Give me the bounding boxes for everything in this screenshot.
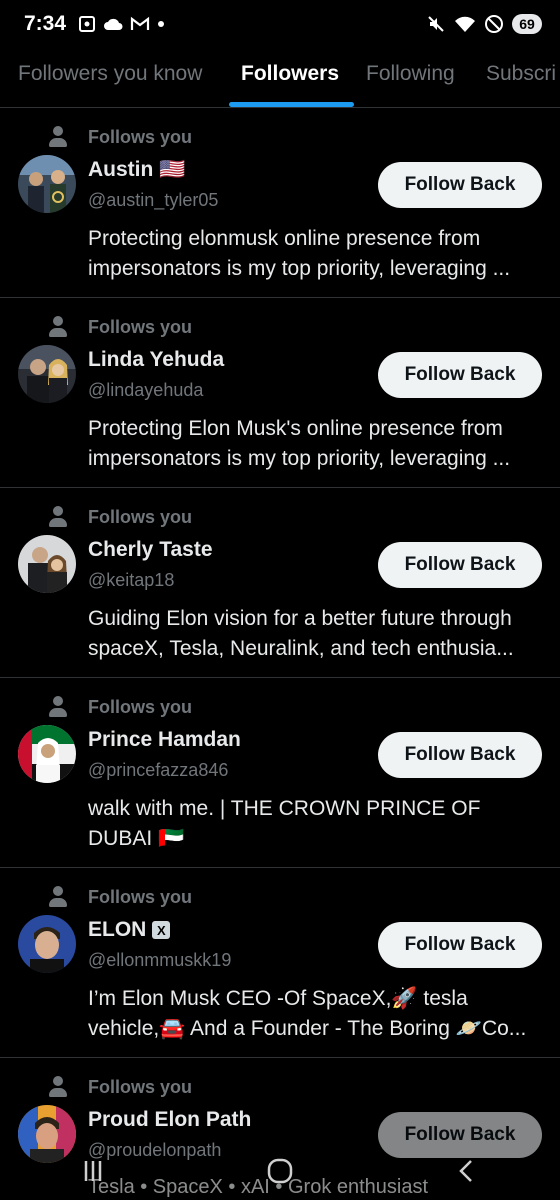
person-icon bbox=[48, 696, 68, 718]
avatar[interactable] bbox=[18, 915, 76, 973]
user-handle: @keitap18 bbox=[88, 570, 175, 590]
user-handle: @lindayehuda bbox=[88, 380, 204, 400]
followers-tab-bar: Followers you know Followers Following S… bbox=[0, 48, 560, 108]
wifi-icon bbox=[455, 16, 475, 32]
display-name[interactable]: ELON X bbox=[88, 918, 171, 942]
avatar[interactable] bbox=[18, 345, 76, 403]
recent-apps-icon[interactable] bbox=[79, 1157, 107, 1185]
follow-back-button[interactable]: Follow Back bbox=[378, 732, 542, 778]
display-name[interactable]: Linda Yehuda bbox=[88, 348, 224, 372]
follows-you-line: Follows you bbox=[48, 886, 192, 908]
tab-followers-you-know[interactable]: Followers you know bbox=[18, 62, 202, 86]
display-name[interactable]: Proud Elon Path bbox=[88, 1108, 251, 1132]
bio-line: I’m Elon Musk CEO -Of SpaceX,🚀 tesla bbox=[88, 987, 468, 1010]
tab-following[interactable]: Following bbox=[366, 62, 455, 86]
status-right-icons: 69 bbox=[426, 14, 542, 34]
avatar[interactable] bbox=[18, 535, 76, 593]
follows-you-label: Follows you bbox=[88, 316, 193, 337]
person-icon bbox=[48, 1076, 68, 1098]
follows-you-line: Follows you bbox=[48, 696, 192, 718]
follows-you-label: Follows you bbox=[88, 1076, 193, 1097]
user-handle: @princefazza846 bbox=[88, 760, 229, 780]
display-name-text: ELON bbox=[88, 918, 147, 941]
battery-indicator: 69 bbox=[512, 14, 542, 34]
follows-you-line: Follows you bbox=[48, 126, 192, 148]
status-notification-icons bbox=[78, 15, 165, 33]
follow-back-button[interactable]: Follow Back bbox=[378, 352, 542, 398]
follows-you-line: Follows you bbox=[48, 1076, 192, 1098]
avatar[interactable] bbox=[18, 725, 76, 783]
bio-line: impersonators is my top priority, levera… bbox=[88, 447, 511, 470]
follows-you-label: Follows you bbox=[88, 886, 193, 907]
user-bio: Protecting elonmusk online presence from… bbox=[88, 224, 546, 284]
home-icon[interactable] bbox=[266, 1157, 294, 1185]
follows-you-line: Follows you bbox=[48, 506, 192, 528]
list-item[interactable]: Follows you Austin 🇺🇸 @austin_tyler05 Pr… bbox=[0, 108, 560, 298]
do-not-disturb-icon bbox=[485, 15, 503, 33]
follows-you-label: Follows you bbox=[88, 126, 193, 147]
user-handle: @austin_tyler05 bbox=[88, 190, 219, 210]
person-icon bbox=[48, 506, 68, 528]
user-bio: Protecting Elon Musk's online presence f… bbox=[88, 414, 546, 474]
status-bar: 7:34 69 bbox=[0, 0, 560, 48]
user-bio: I’m Elon Musk CEO -Of SpaceX,🚀 tesla veh… bbox=[88, 984, 546, 1044]
list-item[interactable]: Follows you Linda Yehuda @lindayehuda Pr… bbox=[0, 298, 560, 488]
display-name[interactable]: Cherly Taste bbox=[88, 538, 213, 562]
follows-you-label: Follows you bbox=[88, 506, 193, 527]
followers-list: Follows you Austin 🇺🇸 @austin_tyler05 Pr… bbox=[0, 108, 560, 1200]
bio-line: vehicle,🚘 And a Founder - The Boring 🪐Co… bbox=[88, 1017, 527, 1040]
list-item[interactable]: Follows you ELON X @ellonmmuskk19 I’m El… bbox=[0, 868, 560, 1058]
dot-icon bbox=[158, 21, 165, 27]
bio-line: DUBAI 🇦🇪 bbox=[88, 827, 185, 850]
mute-icon bbox=[428, 16, 444, 32]
x-logo-icon: X bbox=[152, 921, 171, 939]
bio-line: impersonators is my top priority, levera… bbox=[88, 257, 511, 280]
user-bio: walk with me. | THE CROWN PRINCE OF DUBA… bbox=[88, 794, 546, 854]
bio-line: walk with me. | THE CROWN PRINCE OF bbox=[88, 797, 481, 820]
screenshot-icon bbox=[79, 16, 96, 32]
tab-subscriptions[interactable]: Subscri bbox=[486, 62, 556, 86]
cloud-icon bbox=[104, 18, 123, 30]
user-handle: @ellonmmuskk19 bbox=[88, 950, 232, 970]
gmail-icon bbox=[130, 16, 150, 30]
person-icon bbox=[48, 316, 68, 338]
display-name[interactable]: Prince Hamdan bbox=[88, 728, 241, 752]
system-navigation-bar bbox=[0, 1142, 560, 1200]
person-icon bbox=[48, 126, 68, 148]
bio-line: Guiding Elon vision for a better future … bbox=[88, 607, 512, 630]
bio-line: Protecting elonmusk online presence from bbox=[88, 227, 481, 250]
status-time: 7:34 bbox=[24, 12, 67, 35]
bio-line: Protecting Elon Musk's online presence f… bbox=[88, 417, 503, 440]
bio-line: spaceX, Tesla, Neuralink, and tech enthu… bbox=[88, 637, 514, 660]
back-icon[interactable] bbox=[453, 1157, 481, 1185]
follow-back-button[interactable]: Follow Back bbox=[378, 162, 542, 208]
follow-back-button[interactable]: Follow Back bbox=[378, 542, 542, 588]
list-item[interactable]: Follows you Cherly Taste @keitap18 Guidi… bbox=[0, 488, 560, 678]
follows-you-line: Follows you bbox=[48, 316, 192, 338]
avatar[interactable] bbox=[18, 155, 76, 213]
follows-you-label: Follows you bbox=[88, 696, 193, 717]
display-name[interactable]: Austin 🇺🇸 bbox=[88, 158, 185, 182]
list-item[interactable]: Follows you Prince Hamdan @princefazza84… bbox=[0, 678, 560, 868]
follow-back-button[interactable]: Follow Back bbox=[378, 922, 542, 968]
person-icon bbox=[48, 886, 68, 908]
user-bio: Guiding Elon vision for a better future … bbox=[88, 604, 546, 664]
tab-followers[interactable]: Followers bbox=[241, 62, 339, 86]
active-tab-indicator bbox=[229, 102, 354, 107]
